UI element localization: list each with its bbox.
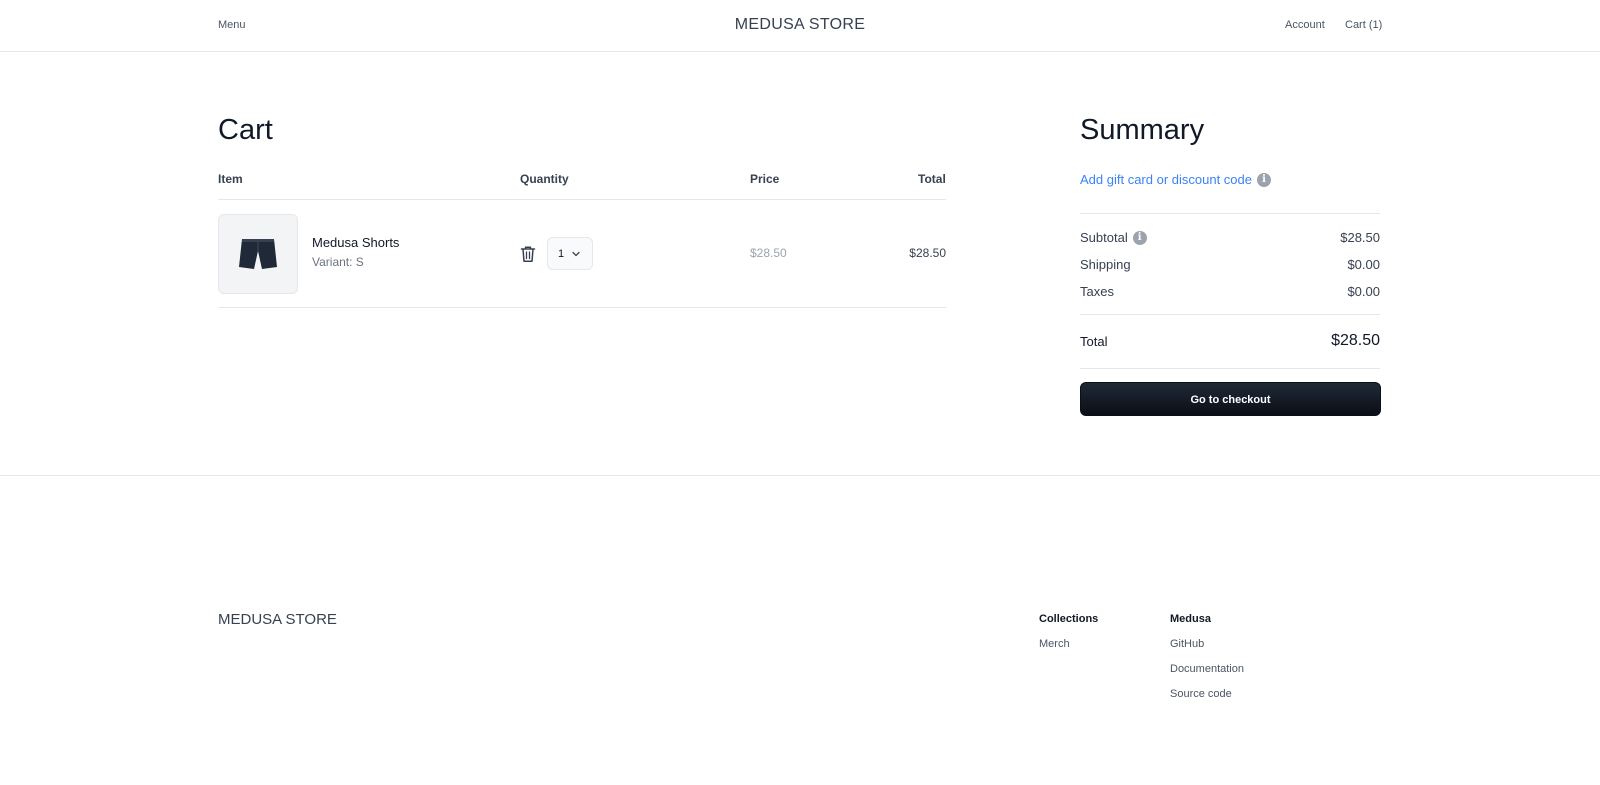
item-unit-price: $28.50 (750, 246, 787, 260)
checkout-button[interactable]: Go to checkout (1080, 382, 1381, 416)
footer-link-github[interactable]: GitHub (1170, 638, 1204, 650)
chevron-down-icon (572, 251, 580, 257)
account-link[interactable]: Account (1285, 19, 1325, 31)
cart-link[interactable]: Cart (1) (1345, 19, 1382, 31)
footer-link-merch[interactable]: Merch (1039, 638, 1070, 650)
shorts-icon (239, 239, 277, 269)
total-value: $28.50 (1331, 332, 1380, 349)
delete-item-button[interactable] (520, 245, 536, 263)
info-icon[interactable]: i (1257, 172, 1271, 187)
gift-card-link-label: Add gift card or discount code (1080, 172, 1252, 187)
store-brand-link[interactable]: MEDUSA STORE (735, 16, 865, 33)
summary-divider-top (1080, 213, 1380, 214)
table-row-divider (218, 307, 946, 308)
item-line-total: $28.50 (909, 246, 946, 260)
footer-heading-collections: Collections (1039, 613, 1099, 625)
taxes-label: Taxes (1080, 284, 1114, 299)
footer-divider (0, 475, 1600, 476)
product-name[interactable]: Medusa Shorts (312, 235, 399, 250)
menu-button[interactable]: Menu (218, 19, 246, 31)
footer-heading-medusa: Medusa (1170, 613, 1211, 625)
total-row: Total $28.50 (1080, 332, 1380, 350)
column-header-price: Price (750, 172, 780, 186)
subtotal-label: Subtotal (1080, 230, 1128, 245)
trash-icon (520, 246, 536, 263)
info-icon[interactable]: i (1132, 230, 1147, 245)
taxes-value: $0.00 (1347, 284, 1380, 299)
quantity-value: 1 (558, 247, 565, 260)
table-header-divider (218, 199, 946, 200)
subtotal-value: $28.50 (1340, 230, 1380, 245)
footer-brand-link[interactable]: MEDUSA STORE (218, 611, 337, 628)
footer-link-source-code[interactable]: Source code (1170, 688, 1232, 700)
cart-title: Cart (218, 114, 273, 146)
column-header-quantity: Quantity (520, 172, 569, 186)
product-variant: Variant: S (312, 255, 364, 269)
quantity-select[interactable]: 1 (547, 237, 593, 270)
shipping-row: Shipping $0.00 (1080, 257, 1380, 272)
column-header-item: Item (218, 172, 243, 186)
summary-title: Summary (1080, 114, 1205, 146)
column-header-total: Total (918, 172, 946, 186)
taxes-row: Taxes $0.00 (1080, 284, 1380, 299)
product-thumbnail[interactable] (218, 214, 298, 294)
subtotal-row: Subtotal i $28.50 (1080, 230, 1380, 245)
footer-link-documentation[interactable]: Documentation (1170, 663, 1244, 675)
summary-divider-bottom (1080, 368, 1380, 369)
total-label: Total (1080, 333, 1108, 349)
shipping-label: Shipping (1080, 257, 1131, 272)
site-header: Menu MEDUSA STORE Account Cart (1) (0, 0, 1600, 52)
gift-card-link[interactable]: Add gift card or discount code i (1080, 172, 1271, 187)
summary-divider-middle (1080, 314, 1380, 315)
shipping-value: $0.00 (1347, 257, 1380, 272)
